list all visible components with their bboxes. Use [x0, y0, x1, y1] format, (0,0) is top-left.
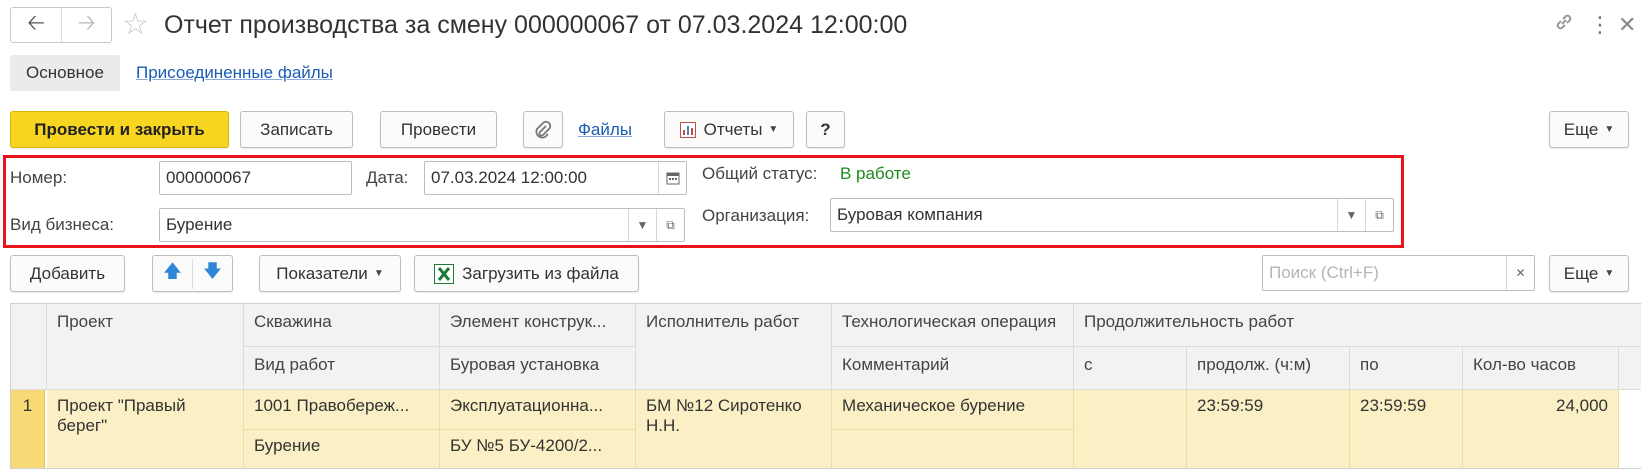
chevron-down-icon[interactable]: ▼	[1337, 199, 1365, 231]
header-rig[interactable]: Буровая установка	[440, 347, 636, 390]
documents-table[interactable]: Проект Скважина Вид работ Элемент констр…	[10, 303, 1641, 469]
favorite-star-icon[interactable]: ☆	[122, 8, 149, 42]
chevron-down-icon: ▼	[1604, 124, 1615, 135]
number-label: Номер:	[10, 168, 68, 187]
cell-to[interactable]: 23:59:59	[1350, 390, 1463, 468]
post-button[interactable]: Провести	[380, 111, 497, 148]
more-button[interactable]: Еще ▼	[1549, 111, 1629, 148]
calendar-icon[interactable]	[658, 162, 686, 194]
business-field[interactable]: Бурение ▼ ⧉	[159, 208, 685, 242]
cell-work-type[interactable]: Бурение	[244, 430, 440, 468]
table-more-label: Еще	[1563, 263, 1599, 283]
indicators-label: Показатели	[276, 263, 368, 283]
move-down-icon[interactable]: 🡇	[193, 259, 232, 289]
close-icon[interactable]: ✕	[1618, 10, 1636, 40]
search-input[interactable]: Поиск (Ctrl+F)	[1263, 263, 1506, 283]
cell-operation[interactable]: Механическое бурение	[832, 390, 1074, 430]
header-hours[interactable]: Кол-во часов	[1463, 347, 1619, 390]
save-button[interactable]: Записать	[240, 111, 353, 148]
reports-label: Отчеты	[703, 119, 763, 139]
header-length[interactable]: продолж. (ч:м)	[1187, 347, 1350, 390]
status-value: В работе	[840, 164, 911, 183]
chevron-down-icon: ▼	[1604, 268, 1615, 279]
cell-comment[interactable]	[832, 430, 1074, 468]
date-label: Дата:	[366, 168, 409, 187]
move-buttons: 🡅 🡇	[152, 255, 233, 292]
load-from-file-button[interactable]: Загрузить из файла	[414, 255, 639, 292]
more-label: Еще	[1563, 119, 1599, 139]
header-executor[interactable]: Исполнитель работ	[636, 304, 832, 390]
header-comment[interactable]: Комментарий	[832, 347, 1074, 390]
back-arrow-icon[interactable]: 🡠	[11, 8, 61, 42]
header-project[interactable]: Проект	[47, 304, 244, 390]
organization-value: Буровая компания	[837, 205, 983, 224]
clear-search-icon[interactable]: ✕	[1506, 256, 1534, 290]
excel-icon	[434, 263, 455, 284]
header-duration[interactable]: Продолжительность работ	[1074, 304, 1641, 347]
header-work-type[interactable]: Вид работ	[244, 347, 440, 390]
table-more-button[interactable]: Еще ▼	[1549, 255, 1629, 292]
header-spacer	[1619, 347, 1641, 390]
status-label: Общий статус:	[702, 164, 818, 183]
cell-from[interactable]	[1074, 390, 1187, 468]
chevron-down-icon: ▼	[373, 268, 384, 279]
load-from-file-label: Загрузить из файла	[462, 263, 619, 283]
add-button[interactable]: Добавить	[10, 255, 125, 292]
chevron-down-icon[interactable]: ▼	[628, 209, 656, 241]
report-chart-icon	[679, 121, 696, 138]
organization-label: Организация:	[702, 206, 810, 225]
indicators-button[interactable]: Показатели ▼	[259, 255, 401, 292]
header-to[interactable]: по	[1350, 347, 1463, 390]
business-value: Бурение	[166, 215, 233, 234]
files-link[interactable]: Файлы	[578, 120, 632, 140]
header-from[interactable]: с	[1074, 347, 1187, 390]
business-label: Вид бизнеса:	[10, 215, 115, 234]
project-line2: берег"	[57, 416, 108, 435]
header-element[interactable]: Элемент конструк...	[440, 304, 636, 347]
number-value: 000000067	[166, 168, 252, 187]
cell-hours[interactable]: 24,000	[1463, 390, 1619, 468]
attach-paperclip-icon[interactable]	[523, 111, 563, 148]
row-number[interactable]: 1	[11, 390, 45, 468]
page-title: Отчет производства за смену 000000067 от…	[164, 11, 908, 39]
search-field[interactable]: Поиск (Ctrl+F) ✕	[1262, 255, 1535, 291]
reports-button[interactable]: Отчеты ▼	[664, 111, 794, 148]
open-window-icon[interactable]: ⧉	[656, 209, 684, 241]
project-line1: Проект "Правый	[57, 396, 186, 415]
header-well[interactable]: Скважина	[244, 304, 440, 347]
nav-buttons: 🡠 🡢	[10, 7, 112, 43]
row-number-header	[11, 304, 47, 390]
cell-element[interactable]: Эксплуатационна...	[440, 390, 636, 430]
cell-well[interactable]: 1001 Правобереж...	[244, 390, 440, 430]
help-button[interactable]: ?	[806, 111, 845, 148]
date-field[interactable]: 07.03.2024 12:00:00	[424, 161, 687, 195]
organization-field[interactable]: Буровая компания ▼ ⧉	[830, 198, 1394, 232]
move-up-icon[interactable]: 🡅	[153, 258, 193, 289]
header-operation[interactable]: Технологическая операция	[832, 304, 1074, 347]
tab-attached-files[interactable]: Присоединенные файлы	[136, 63, 333, 83]
tab-main[interactable]: Основное	[10, 55, 120, 91]
cell-executor[interactable]: БМ №12 Сиротенко Н.Н.	[636, 390, 832, 468]
link-icon[interactable]	[1552, 10, 1576, 42]
cell-rig[interactable]: БУ №5 БУ-4200/2...	[440, 430, 636, 468]
open-window-icon[interactable]: ⧉	[1365, 199, 1393, 231]
cell-project[interactable]: Проект "Правый берег"	[47, 390, 244, 468]
more-actions-icon[interactable]: ⋮	[1589, 10, 1611, 40]
row-spacer	[1619, 390, 1641, 468]
executor-line2: Н.Н.	[646, 416, 680, 435]
number-field[interactable]: 000000067	[159, 161, 352, 195]
executor-line1: БМ №12 Сиротенко	[646, 396, 802, 415]
chevron-down-icon: ▼	[768, 124, 779, 135]
forward-arrow-icon[interactable]: 🡢	[61, 8, 111, 42]
cell-length[interactable]: 23:59:59	[1187, 390, 1350, 468]
post-and-close-button[interactable]: Провести и закрыть	[10, 111, 229, 148]
date-value: 07.03.2024 12:00:00	[431, 168, 587, 187]
